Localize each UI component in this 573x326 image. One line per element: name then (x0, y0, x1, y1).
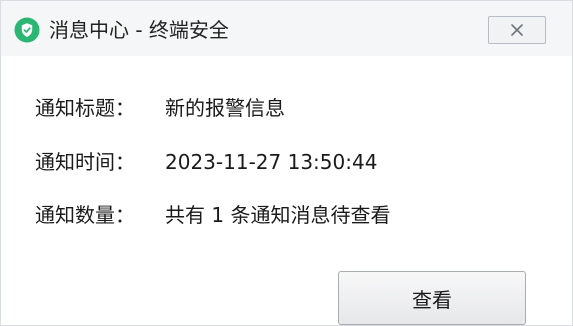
message-center-window: 消息中心 - 终端安全 通知标题： 新的报警信息 通知时间： 2023-11-27 … (0, 0, 573, 326)
notification-title-label: 通知标题： (35, 96, 135, 120)
window-title: 消息中心 - 终端安全 (49, 18, 229, 42)
close-button[interactable] (488, 16, 546, 44)
notification-count-value: 共有 1 条通知消息待查看 (165, 203, 391, 227)
notification-count-label: 通知数量： (35, 203, 135, 227)
close-icon (511, 24, 523, 36)
title-bar[interactable]: 消息中心 - 终端安全 (1, 1, 572, 56)
shield-check-icon (14, 17, 40, 43)
notification-title-row: 通知标题： 新的报警信息 (35, 93, 285, 123)
notification-time-label: 通知时间： (35, 150, 135, 174)
notification-time-row: 通知时间： 2023-11-27 13:50:44 (35, 147, 377, 177)
notification-time-value: 2023-11-27 13:50:44 (165, 150, 378, 174)
view-button[interactable]: 查看 (338, 271, 526, 325)
notification-count-row: 通知数量： 共有 1 条通知消息待查看 (35, 200, 390, 230)
notification-title-value: 新的报警信息 (165, 96, 285, 120)
